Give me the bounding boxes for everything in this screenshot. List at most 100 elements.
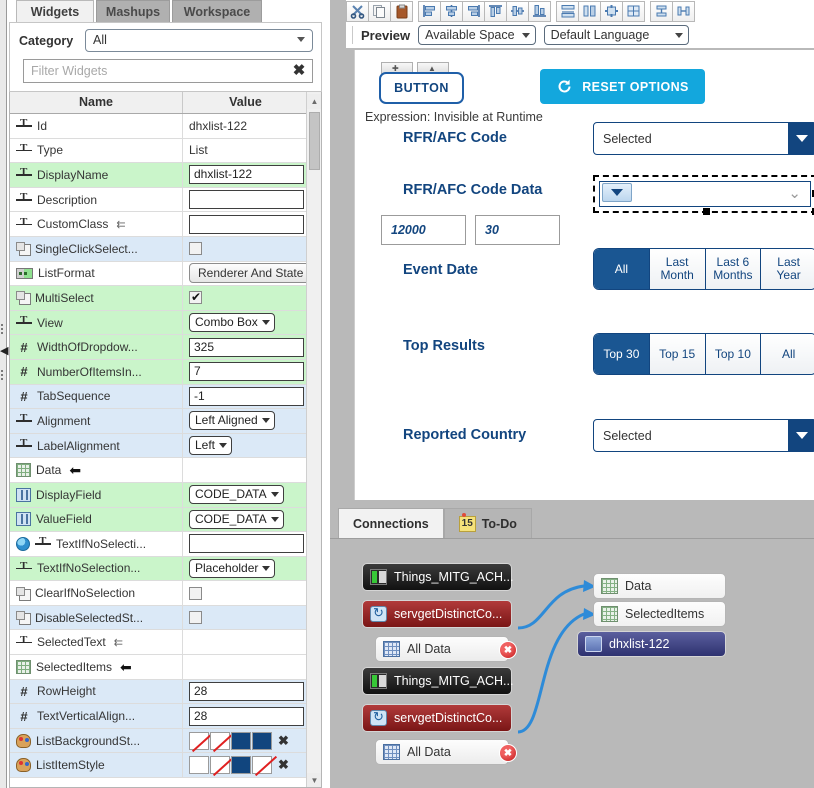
- style-swatch[interactable]: [252, 731, 272, 750]
- segment-option[interactable]: Last Year: [761, 249, 814, 289]
- property-value-input[interactable]: [189, 534, 304, 554]
- node-thing-2[interactable]: Things_MITG_ACH...: [362, 667, 513, 695]
- style-swatch-bar[interactable]: ✖: [189, 756, 289, 775]
- scroll-down-icon[interactable]: ▼: [307, 773, 321, 787]
- node-widget-dhxlist[interactable]: dhxlist-122: [577, 631, 726, 657]
- style-swatch[interactable]: [210, 731, 230, 750]
- node-thing-1[interactable]: Things_MITG_ACH...: [362, 563, 513, 591]
- node-alldata-2[interactable]: All Data: [375, 739, 517, 765]
- property-row[interactable]: LabelAlignment Left: [10, 433, 308, 459]
- paste-icon[interactable]: [390, 0, 413, 22]
- tab-mashups[interactable]: Mashups: [96, 0, 170, 22]
- property-row[interactable]: ListBackgroundSt... ✖: [10, 728, 308, 754]
- segment-option[interactable]: Top 15: [649, 334, 706, 374]
- style-swatch-bar[interactable]: ✖: [189, 731, 289, 750]
- property-value-select[interactable]: Left Aligned: [189, 411, 275, 431]
- segment-option[interactable]: Last Month: [649, 249, 706, 289]
- distribute-vertical-icon[interactable]: [578, 0, 601, 22]
- same-width-icon[interactable]: [672, 0, 695, 22]
- property-row[interactable]: TextIfNoSelection... Placeholder: [10, 556, 308, 582]
- property-row[interactable]: SingleClickSelect...: [10, 236, 308, 262]
- tab-connections[interactable]: Connections: [338, 508, 444, 538]
- property-value-select[interactable]: Left: [189, 436, 233, 456]
- splitter-handle-bottom[interactable]: [0, 368, 5, 380]
- property-row[interactable]: CustomClass ⇇: [10, 212, 308, 237]
- same-size-icon[interactable]: [600, 0, 623, 22]
- error-badge[interactable]: [499, 641, 517, 659]
- segment-option[interactable]: Top 10: [705, 334, 762, 374]
- property-value-input[interactable]: 28: [189, 681, 304, 701]
- property-grid-scrollbar[interactable]: ▲ ▼: [306, 92, 321, 787]
- property-row[interactable]: View Combo Box: [10, 310, 308, 336]
- numeric-field-1[interactable]: 12000: [381, 215, 466, 245]
- property-row[interactable]: Alignment Left Aligned: [10, 409, 308, 434]
- property-value-select[interactable]: Placeholder: [189, 558, 276, 578]
- property-row[interactable]: TextIfNoSelecti...: [10, 532, 308, 557]
- segment-option[interactable]: All: [761, 334, 814, 374]
- same-height-icon[interactable]: [650, 0, 673, 22]
- property-row[interactable]: ListItemStyle ✖: [10, 753, 308, 779]
- node-alldata-1[interactable]: All Data: [375, 636, 517, 662]
- reported-country-dropdown[interactable]: Selected: [593, 419, 814, 452]
- property-value-input[interactable]: [189, 214, 304, 234]
- property-value-input[interactable]: [189, 190, 304, 210]
- property-value-button[interactable]: Renderer And State: [189, 263, 313, 284]
- tab-widgets[interactable]: Widgets: [16, 0, 94, 22]
- node-service-1[interactable]: servgetDistinctCo...: [362, 600, 512, 628]
- distribute-horizontal-icon[interactable]: [556, 0, 579, 22]
- preview-button-widget[interactable]: BUTTON: [379, 72, 464, 104]
- clear-style-icon[interactable]: ✖: [278, 757, 289, 773]
- clear-filter-icon[interactable]: ✖: [290, 62, 308, 80]
- property-row[interactable]: Data ⬅: [10, 458, 308, 483]
- node-target-data[interactable]: Data: [593, 573, 726, 599]
- align-left-icon[interactable]: [418, 0, 441, 22]
- category-select[interactable]: All: [85, 29, 313, 52]
- property-row[interactable]: # NumberOfItemsIn... 7: [10, 359, 308, 385]
- property-row[interactable]: DisplayName dhxlist-122: [10, 163, 308, 188]
- clear-style-icon[interactable]: ✖: [278, 733, 289, 749]
- align-right-icon[interactable]: [462, 0, 485, 22]
- align-top-icon[interactable]: [484, 0, 507, 22]
- available-space-select[interactable]: Available Space: [418, 25, 536, 45]
- cut-icon[interactable]: [346, 0, 369, 22]
- property-value-select[interactable]: CODE_DATA: [189, 485, 284, 505]
- style-swatch[interactable]: [189, 756, 209, 775]
- property-value-input[interactable]: 28: [189, 706, 304, 726]
- style-swatch[interactable]: [210, 756, 230, 775]
- segment-option[interactable]: Top 30: [594, 334, 650, 374]
- property-row[interactable]: Id dhxlist-122: [10, 114, 308, 139]
- property-value-input[interactable]: 325: [189, 337, 304, 357]
- reset-options-button[interactable]: RESET OPTIONS: [540, 69, 705, 104]
- rfr-code-dropdown[interactable]: Selected: [593, 122, 814, 155]
- segment-option[interactable]: Last 6 Months: [705, 249, 762, 289]
- property-row[interactable]: # WidthOfDropdow... 325: [10, 335, 308, 360]
- property-row[interactable]: ListFormat Renderer And State: [10, 261, 313, 287]
- style-swatch[interactable]: [231, 756, 251, 775]
- scrollbar-thumb[interactable]: [309, 112, 320, 170]
- dropdown-toggle-icon[interactable]: [602, 183, 632, 202]
- property-row[interactable]: Description: [10, 187, 308, 213]
- property-row[interactable]: ValueField CODE_DATA: [10, 507, 308, 533]
- tab-workspace[interactable]: Workspace: [172, 0, 262, 22]
- align-middle-icon[interactable]: [506, 0, 529, 22]
- tab-todo[interactable]: 15 To-Do: [443, 508, 532, 538]
- property-value-input[interactable]: -1: [189, 386, 304, 406]
- property-value-checkbox[interactable]: [189, 586, 202, 600]
- rfr-code-data-dropdown-selected[interactable]: ⌄: [593, 175, 814, 215]
- style-swatch[interactable]: [189, 731, 209, 750]
- resize-handle-bottom[interactable]: [703, 208, 710, 215]
- style-swatch[interactable]: [252, 756, 272, 775]
- node-target-selecteditems[interactable]: SelectedItems: [593, 601, 726, 627]
- filter-widgets-input[interactable]: [24, 60, 284, 82]
- property-value-checkbox[interactable]: [189, 611, 202, 625]
- chevron-down-icon[interactable]: [788, 420, 814, 451]
- property-row[interactable]: Type List: [10, 138, 308, 164]
- property-row[interactable]: DisableSelectedSt...: [10, 605, 308, 631]
- property-value-input[interactable]: 7: [189, 362, 304, 382]
- style-swatch[interactable]: [231, 731, 251, 750]
- grid-layout-icon[interactable]: [622, 0, 645, 22]
- property-row[interactable]: SelectedText ⇇: [10, 630, 308, 656]
- copy-icon[interactable]: [368, 0, 391, 22]
- property-row[interactable]: SelectedItems ⬅: [10, 655, 308, 680]
- property-value-checkbox[interactable]: [189, 242, 202, 256]
